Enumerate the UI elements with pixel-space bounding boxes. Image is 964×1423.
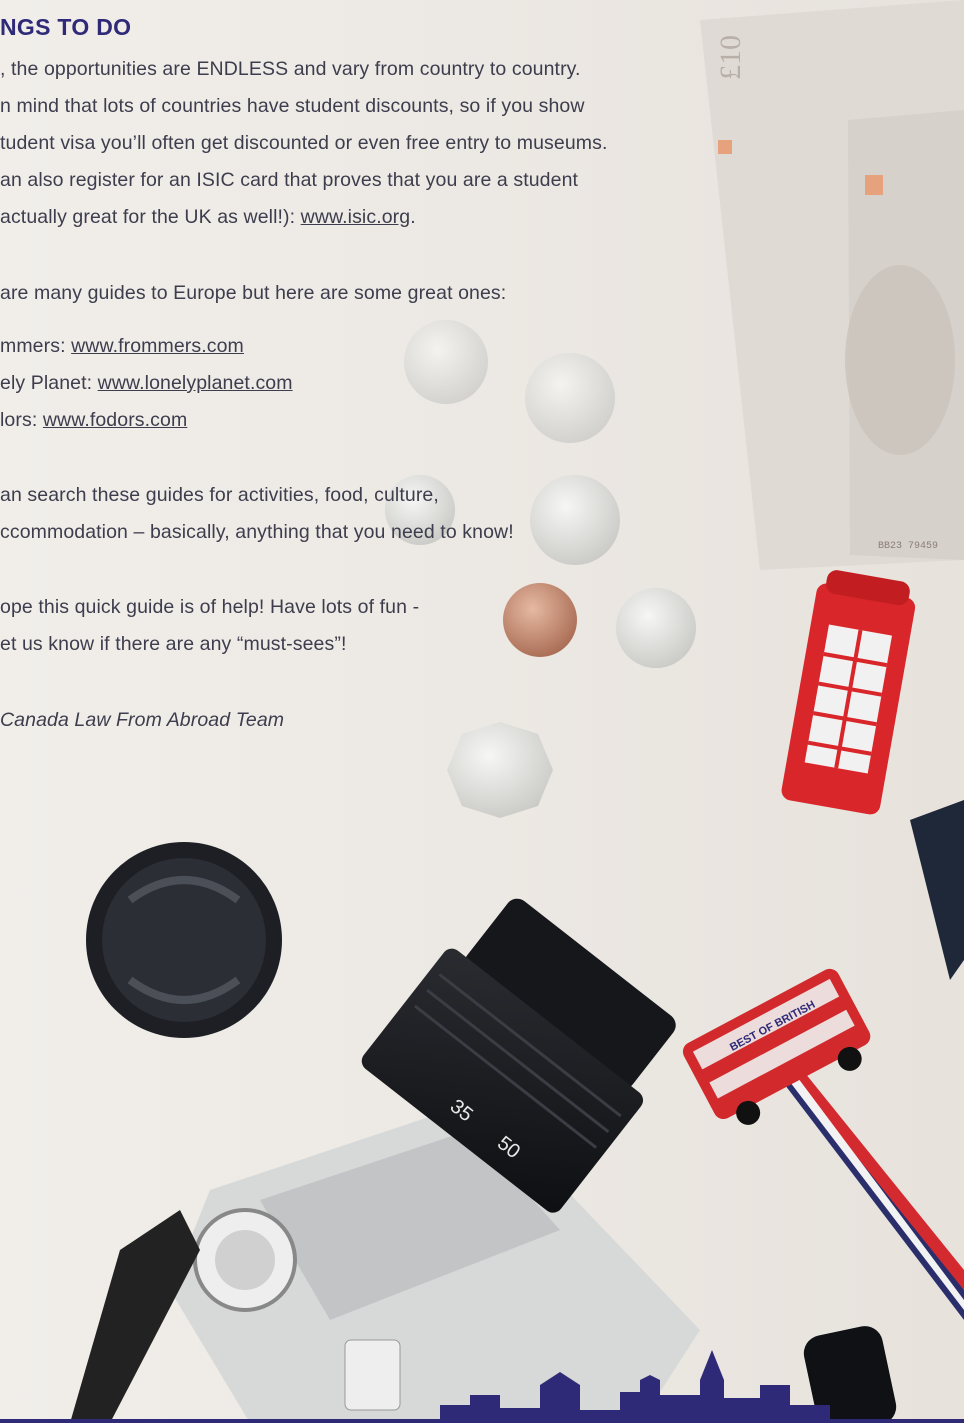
guide-item-fodors: lors: www.fodors.com bbox=[0, 409, 187, 432]
lonelyplanet-link[interactable]: www.lonelyplanet.com bbox=[98, 372, 293, 394]
banknote-denomination: £10 bbox=[714, 35, 747, 80]
svg-text:BB23 79459: BB23 79459 bbox=[878, 541, 938, 552]
signature: Canada Law From Abroad Team bbox=[0, 709, 285, 731]
fodors-link[interactable]: www.fodors.com bbox=[43, 409, 187, 431]
paragraph-2: are many guides to Europe but here are s… bbox=[0, 282, 507, 304]
paragraph-1-line-4: an also register for an ISIC card that p… bbox=[0, 169, 579, 191]
paragraph-4-line-1: ope this quick guide is of help! Have lo… bbox=[0, 596, 420, 618]
guide-item-frommers: mmers: www.frommers.com bbox=[0, 335, 244, 358]
guide-label: lors: bbox=[0, 409, 43, 431]
paragraph-1-line-5-text: actually great for the UK as well!): bbox=[0, 206, 301, 228]
paragraph-1-line-1: , the opportunities are ENDLESS and vary… bbox=[0, 58, 581, 80]
paragraph-1-line-5-end: . bbox=[410, 206, 416, 228]
frommers-link[interactable]: www.frommers.com bbox=[71, 335, 244, 357]
paragraph-4-line-2: et us know if there are any “must-sees”! bbox=[0, 633, 347, 655]
paragraph-1-line-5: actually great for the UK as well!): www… bbox=[0, 206, 416, 229]
guide-label: mmers: bbox=[0, 335, 72, 357]
isic-link[interactable]: www.isic.org bbox=[301, 206, 411, 228]
paragraph-3-line-2: ccommodation – basically, anything that … bbox=[0, 521, 514, 543]
paragraph-3-line-1: an search these guides for activities, f… bbox=[0, 484, 439, 506]
guide-item-lonely-planet: ely Planet: www.lonelyplanet.com bbox=[0, 372, 293, 395]
paragraph-1-line-2: n mind that lots of countries have stude… bbox=[0, 95, 585, 117]
section-heading: NGS TO DO bbox=[0, 14, 132, 40]
guide-label: ely Planet: bbox=[0, 372, 98, 394]
lens-cap bbox=[86, 842, 282, 1038]
paragraph-1-line-3: tudent visa you’ll often get discounted … bbox=[0, 132, 608, 154]
